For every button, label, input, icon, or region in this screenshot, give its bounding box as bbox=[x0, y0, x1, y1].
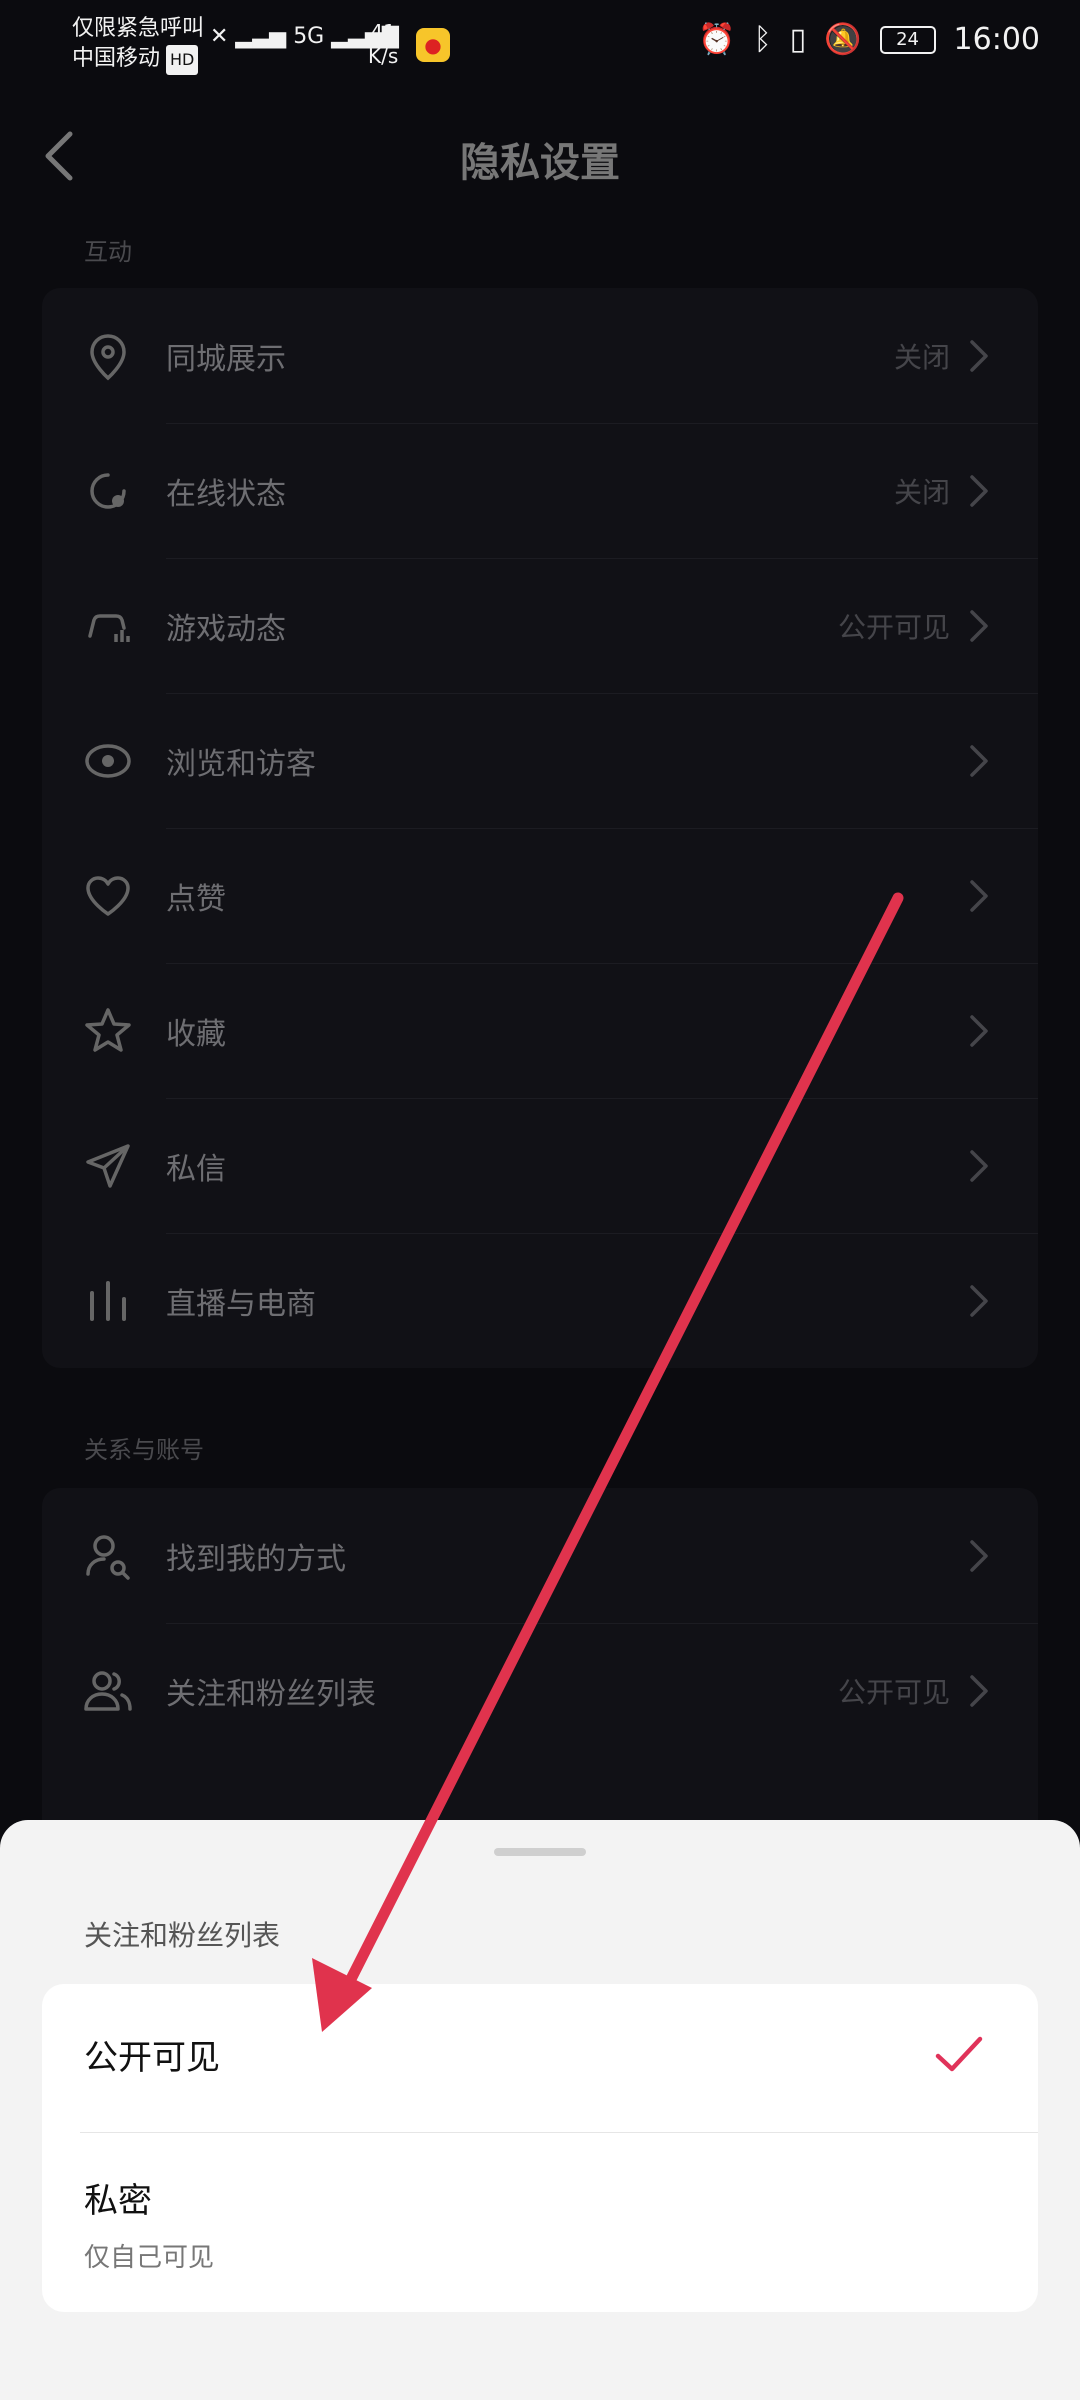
game-controller-icon bbox=[82, 600, 134, 652]
setting-value: 关闭 bbox=[893, 340, 950, 374]
people-icon bbox=[82, 1665, 134, 1717]
emergency-only-text: 仅限紧急呼叫 bbox=[72, 16, 205, 41]
checkmark-icon bbox=[934, 2034, 984, 2074]
clock: 16:00 bbox=[953, 22, 1040, 57]
network-speed: 41 K/s bbox=[368, 20, 398, 68]
setting-value: 公开可见 bbox=[837, 610, 950, 644]
chevron-right-icon bbox=[968, 1283, 990, 1319]
alarm-icon: ⏰ bbox=[698, 22, 736, 57]
setting-row-messages[interactable]: 私信 bbox=[42, 1098, 1038, 1233]
status-bar: 仅限紧急呼叫 中国移动 HD ✕ ▂▃▅ 5G ▂▃▅▇ 41 K/s ● ⏰ ᛒ… bbox=[0, 0, 1080, 90]
option-public[interactable]: 公开可见 bbox=[42, 1984, 1038, 2132]
chevron-right-icon bbox=[968, 1673, 990, 1709]
eye-icon bbox=[82, 735, 134, 787]
relationship-settings-card: 找到我的方式 关注和粉丝列表 公开可见 bbox=[42, 1488, 1038, 1820]
section-label-interaction: 互动 bbox=[84, 238, 132, 266]
setting-label: 直播与电商 bbox=[166, 1286, 316, 1322]
interaction-settings-card: 同城展示 关闭 在线状态 关闭 游戏动态 公开可见 浏览和访客 点赞 收藏 私信 bbox=[42, 288, 1038, 1368]
heart-icon bbox=[82, 870, 134, 922]
chevron-right-icon bbox=[968, 338, 990, 374]
mute-bell-icon: 🔕 bbox=[824, 22, 862, 57]
network-type: 5G bbox=[293, 24, 325, 49]
page-title: 隐私设置 bbox=[460, 140, 620, 186]
paper-plane-icon bbox=[82, 1140, 134, 1192]
visibility-options: 公开可见 私密 仅自己可见 bbox=[42, 1984, 1038, 2312]
setting-label: 关注和粉丝列表 bbox=[166, 1676, 376, 1712]
setting-label: 游戏动态 bbox=[166, 611, 286, 647]
setting-value: 关闭 bbox=[893, 475, 950, 509]
option-label: 公开可见 bbox=[84, 2038, 220, 2078]
setting-label: 在线状态 bbox=[166, 476, 286, 512]
bars-icon bbox=[82, 1275, 134, 1327]
hd-badge: HD bbox=[166, 45, 199, 75]
bottom-sheet: 关注和粉丝列表 公开可见 私密 仅自己可见 bbox=[0, 1820, 1080, 2400]
chevron-right-icon bbox=[968, 878, 990, 914]
setting-row-game-activity[interactable]: 游戏动态 公开可见 bbox=[42, 558, 1038, 693]
setting-label: 收藏 bbox=[166, 1016, 226, 1052]
sheet-title: 关注和粉丝列表 bbox=[84, 1919, 281, 1952]
speed-value: 41 bbox=[370, 20, 396, 44]
setting-row-find-me[interactable]: 找到我的方式 bbox=[42, 1488, 1038, 1623]
section-label-relationships: 关系与账号 bbox=[84, 1436, 204, 1464]
setting-label: 找到我的方式 bbox=[166, 1541, 346, 1577]
speed-unit: K/s bbox=[368, 44, 399, 68]
option-private[interactable]: 私密 仅自己可见 bbox=[42, 2133, 1038, 2312]
setting-row-live-commerce[interactable]: 直播与电商 bbox=[42, 1233, 1038, 1368]
chevron-right-icon bbox=[968, 473, 990, 509]
setting-row-local-display[interactable]: 同城展示 关闭 bbox=[42, 288, 1038, 423]
chevron-right-icon bbox=[968, 1148, 990, 1184]
carrier-name: 中国移动 bbox=[72, 46, 161, 71]
vibrate-icon: ▯ bbox=[789, 22, 807, 57]
setting-row-following-followers[interactable]: 关注和粉丝列表 公开可见 bbox=[42, 1623, 1038, 1758]
option-label: 私密 bbox=[84, 2181, 152, 2221]
person-search-icon bbox=[82, 1530, 134, 1582]
option-sublabel: 仅自己可见 bbox=[84, 2243, 215, 2273]
battery-icon: 24 bbox=[879, 25, 936, 54]
chevron-right-icon bbox=[968, 1538, 990, 1574]
setting-row-likes[interactable]: 点赞 bbox=[42, 828, 1038, 963]
online-status-icon bbox=[82, 465, 134, 517]
weibo-icon: ● bbox=[416, 28, 450, 62]
setting-label: 同城展示 bbox=[166, 341, 286, 377]
chevron-right-icon bbox=[968, 743, 990, 779]
setting-label: 浏览和访客 bbox=[166, 746, 316, 782]
chevron-right-icon bbox=[968, 608, 990, 644]
page-header: 隐私设置 bbox=[0, 100, 1080, 210]
setting-row-online-status[interactable]: 在线状态 关闭 bbox=[42, 423, 1038, 558]
setting-value: 公开可见 bbox=[837, 1675, 950, 1709]
setting-label: 点赞 bbox=[166, 881, 226, 917]
location-pin-icon bbox=[82, 330, 134, 382]
sheet-drag-handle[interactable] bbox=[494, 1848, 586, 1856]
chevron-right-icon bbox=[968, 1013, 990, 1049]
star-icon bbox=[82, 1005, 134, 1057]
bluetooth-icon: ᛒ bbox=[753, 22, 772, 57]
carrier-info: 仅限紧急呼叫 中国移动 HD bbox=[72, 14, 204, 75]
setting-row-views-visitors[interactable]: 浏览和访客 bbox=[42, 693, 1038, 828]
setting-row-favorites[interactable]: 收藏 bbox=[42, 963, 1038, 1098]
setting-label: 私信 bbox=[166, 1151, 226, 1187]
